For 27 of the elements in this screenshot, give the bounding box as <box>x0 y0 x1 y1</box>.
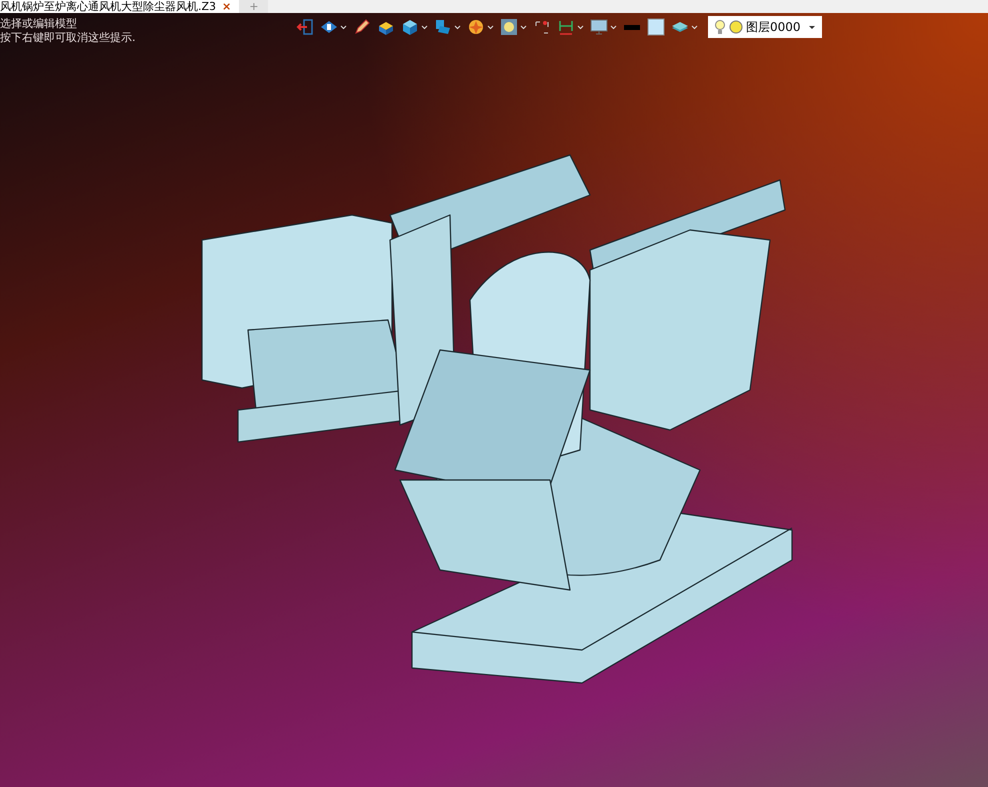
dimension-icon[interactable] <box>557 18 575 36</box>
view-icon[interactable] <box>320 18 338 36</box>
star-icon[interactable] <box>467 18 485 36</box>
caret-icon[interactable] <box>454 24 461 30</box>
cube-icon[interactable] <box>401 18 419 36</box>
monitor-icon[interactable] <box>590 18 608 36</box>
exit-icon[interactable] <box>296 18 314 36</box>
hint-text: 选择或编辑模型 <box>0 17 78 31</box>
caret-icon[interactable] <box>610 24 617 30</box>
zoom-icon[interactable] <box>500 18 518 36</box>
close-icon[interactable]: × <box>222 0 232 13</box>
caret-icon[interactable] <box>340 24 347 30</box>
light-bulb-icon[interactable] <box>714 19 726 35</box>
hint-text: 按下右键即可取消这些提示. <box>0 31 136 45</box>
caret-icon[interactable] <box>577 24 584 30</box>
caret-icon[interactable] <box>421 24 428 30</box>
color-swatch-icon[interactable] <box>647 18 665 36</box>
cube-view-icon[interactable] <box>434 18 452 36</box>
dropdown-arrow-icon[interactable] <box>808 24 816 30</box>
circle-icon <box>729 20 743 34</box>
pencil-icon[interactable] <box>353 18 371 36</box>
select-icon[interactable] <box>533 18 551 36</box>
caret-icon[interactable] <box>520 24 527 30</box>
document-tab[interactable]: 风机锅炉至炉离心通风机大型除尘器风机.Z3 × <box>0 0 240 13</box>
caret-icon[interactable] <box>487 24 494 30</box>
caret-icon[interactable] <box>691 24 698 30</box>
layer-dropdown[interactable]: 图层0000 <box>708 16 822 38</box>
